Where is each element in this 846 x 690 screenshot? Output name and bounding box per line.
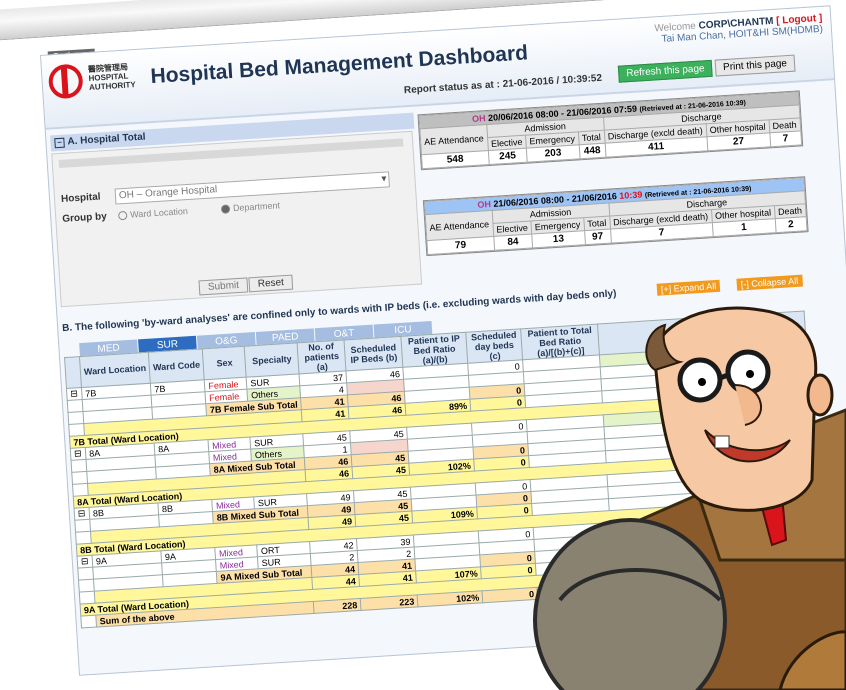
cell-empty [68, 423, 85, 437]
stat1-ae-value: 548 [421, 150, 489, 169]
radio-ward-location[interactable]: Ward Location [117, 206, 189, 221]
cell-empty [71, 471, 88, 485]
col-specialty: Specialty [244, 342, 300, 378]
chevron-down-icon[interactable]: ▾ [381, 173, 387, 187]
expand-toggle-icon[interactable]: ⊟ [66, 387, 83, 401]
cell-empty [79, 591, 96, 605]
col-day-beds: Scheduled day beds (c) [465, 328, 523, 364]
ha-name-en-2: AUTHORITY [88, 80, 136, 92]
col-ip-beds: Scheduled IP Beds (b) [344, 336, 404, 371]
col-sex: Sex [202, 346, 247, 380]
cell-empty [72, 483, 89, 497]
stat1-other-value: 27 [706, 132, 771, 151]
ha-logo-icon [47, 63, 84, 100]
radio-department[interactable]: Department [220, 200, 281, 215]
section-a-title: A. Hospital Total [67, 131, 146, 148]
stat1-elective-value: 245 [487, 148, 528, 165]
stat2-total-value: 97 [584, 229, 612, 245]
expand-toggle-icon[interactable]: ⊟ [70, 447, 86, 461]
stat1-death-value: 7 [769, 130, 802, 147]
cell-patients: 228 [313, 598, 362, 614]
welcome-block: Welcome CORP\CHANTM [ Logout ] Tai Man C… [654, 13, 823, 46]
expand-toggle-icon[interactable]: ⊟ [77, 555, 93, 569]
stat1-emergency-value: 203 [526, 144, 580, 163]
cell-day-beds: 0 [482, 587, 538, 603]
print-button[interactable]: Print this page [714, 54, 796, 77]
col-patients: No. of patients (a) [297, 339, 347, 374]
cell-empty [74, 519, 91, 533]
stat2-elective-value: 84 [493, 233, 533, 251]
stat2-emergency-value: 13 [531, 230, 586, 248]
radio-department-label: Department [232, 200, 281, 214]
radio-checked-icon[interactable] [220, 204, 231, 215]
cell-ip-beds: 223 [360, 594, 419, 611]
projector-screen: Optiwerx 醫院管理局 HOSPITAL AUTHORITY Hospit… [0, 0, 846, 690]
hospital-value: OH – Orange Hospital [118, 184, 218, 202]
col-ip-ratio: Patient to IP Bed Ratio (a)/(b) [401, 332, 468, 368]
ward-table: Ward Location Ward Code Sex Specialty No… [64, 310, 822, 629]
stat2-death-value: 2 [774, 216, 807, 233]
col-ward-location: Ward Location [79, 352, 151, 388]
hospital-select[interactable]: OH – Orange Hospital ▾ [114, 171, 390, 205]
radio-icon[interactable] [117, 210, 128, 221]
cell-empty [67, 411, 84, 425]
refresh-button[interactable]: Refresh this page [617, 59, 714, 83]
stat1-code: OH [471, 113, 486, 124]
dashboard: 醫院管理局 HOSPITAL AUTHORITY Hospital Bed Ma… [40, 5, 846, 676]
cell-empty [77, 567, 94, 581]
collapse-all-button[interactable]: [-] Collapse All [736, 274, 803, 291]
radio-ward-location-label: Ward Location [129, 206, 189, 220]
cell-empty [75, 531, 92, 545]
ha-logo-text: 醫院管理局 HOSPITAL AUTHORITY [88, 62, 136, 92]
col-total-ratio: Patient to Total Bed Ratio (a)/[(b)+(c)] [520, 324, 600, 360]
hospital-label: Hospital [60, 191, 101, 205]
submit-button[interactable]: Submit [198, 277, 249, 296]
stat2-code: OH [477, 198, 492, 210]
minus-box-icon[interactable]: − [54, 137, 65, 149]
cell-empty [71, 459, 87, 473]
cell-empty [67, 399, 83, 413]
stat-panel-today: OH 21/06/2016 08:00 - 21/06/2016 10:39 (… [422, 176, 809, 257]
stat2-other-value: 1 [712, 218, 776, 237]
hospital-form: Hospital OH – Orange Hospital ▾ Group by … [51, 130, 423, 308]
stat2-ae-value: 79 [426, 236, 495, 255]
expand-toggle-icon[interactable]: ⊟ [74, 507, 90, 521]
groupby-label: Group by [62, 211, 108, 225]
report-status: Report status as at : 21-06-2016 / 10:39… [403, 72, 603, 97]
stat1-total-value: 448 [578, 143, 606, 159]
stat2-time: 10:39 [619, 189, 643, 201]
cell-empty [78, 579, 95, 593]
col-ward-code: Ward Code [148, 348, 205, 384]
cell-empty [80, 615, 97, 629]
reset-button[interactable]: Reset [248, 274, 294, 293]
